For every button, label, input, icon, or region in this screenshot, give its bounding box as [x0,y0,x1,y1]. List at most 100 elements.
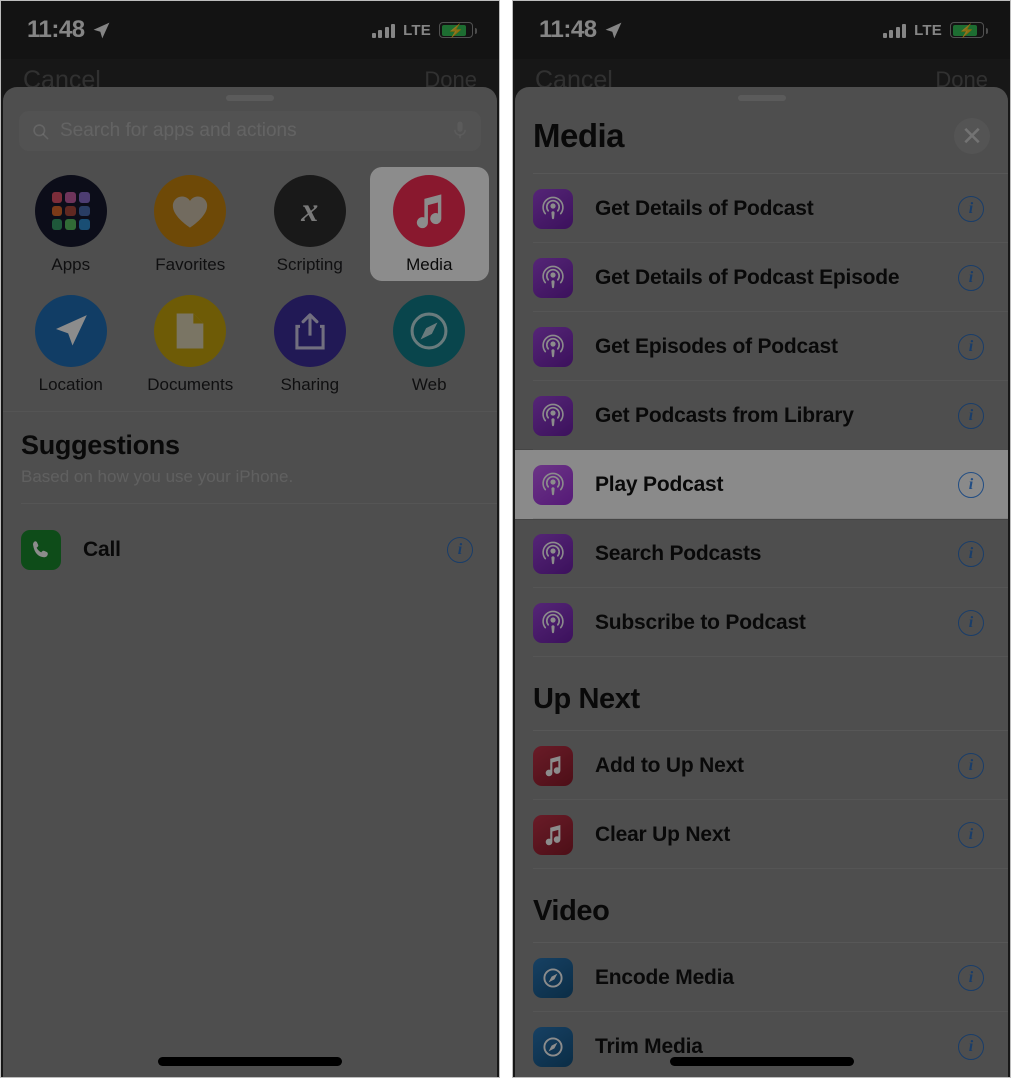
status-time: 11:48 [539,16,597,43]
search-icon [33,123,49,139]
location-arrow-icon [93,22,109,38]
category-grid: Apps Favorites x Scripting Media Locatio… [3,151,497,411]
suggestion-row-call[interactable]: Call i [3,516,497,584]
category-label: Web [411,375,447,394]
section-heading-video: Video [533,895,610,927]
status-bar-right: 11:48 LTE ⚡ [513,1,1010,59]
action-label: Get Episodes of Podcast [595,334,838,358]
sheet-header: Media ✕ [515,101,1008,173]
category-sharing[interactable]: Sharing [250,287,370,401]
info-icon[interactable]: i [447,537,473,563]
search-placeholder: Search for apps and actions [60,120,297,141]
category-apps[interactable]: Apps [11,167,131,281]
media-actions-sheet: Media ✕ Get Details of Podcast i Get Det… [515,87,1008,1077]
category-documents[interactable]: Documents [131,287,251,401]
podcast-icon [533,188,573,229]
info-icon[interactable]: i [958,609,984,636]
suggestions-section: Suggestions Based on how you use your iP… [3,412,497,487]
carrier-tech-label: LTE [403,21,431,39]
category-location[interactable]: Location [11,287,131,401]
action-row[interactable]: Get Episodes of Podcast i [515,312,1008,381]
action-row[interactable]: Encode Media i [515,943,1008,1012]
status-bar-right-group: LTE ⚡ [882,21,988,39]
podcast-icon [533,602,573,643]
action-picker-sheet: Search for apps and actions Apps Favorit… [3,87,497,1077]
action-row[interactable]: Add to Up Next i [515,731,1008,800]
microphone-icon[interactable] [451,120,469,142]
info-icon[interactable]: i [958,333,984,360]
action-label: Add to Up Next [595,753,744,777]
status-bar-right-group: LTE ⚡ [371,21,477,39]
compass-safari-icon [393,295,466,367]
action-row[interactable]: Clear Up Next i [515,800,1008,869]
cellular-bars-icon [371,23,396,38]
info-icon[interactable]: i [958,540,984,567]
battery-charging-icon: ⚡ [439,22,477,38]
suggestions-title: Suggestions [21,430,180,460]
status-bar-left-group: 11:48 [27,16,111,44]
category-web[interactable]: Web [370,287,490,401]
section-up-next: Add to Up Next i Clear Up Next i [515,731,1008,869]
action-label: Trim Media [595,1034,703,1058]
action-label: Search Podcasts [595,541,762,565]
category-label: Apps [51,255,91,274]
action-label: Play Podcast [595,472,724,496]
section-heading-up-next: Up Next [533,683,640,715]
music-note-icon [533,745,573,786]
category-label: Favorites [155,255,226,274]
close-icon[interactable]: ✕ [954,118,990,154]
home-indicator [669,1057,854,1066]
category-scripting[interactable]: x Scripting [250,167,370,281]
search-container: Search for apps and actions [3,101,497,151]
x-variable-icon: x [273,175,346,247]
action-row[interactable]: Search Podcasts i [515,519,1008,588]
home-indicator [158,1057,342,1066]
music-note-icon [533,814,573,855]
music-note-icon [393,175,466,247]
category-favorites[interactable]: Favorites [131,167,251,281]
location-arrow-icon [605,22,621,38]
podcast-icon [533,326,573,367]
action-label: Get Podcasts from Library [595,403,854,427]
navigation-arrow-icon [34,295,107,367]
info-icon[interactable]: i [958,195,984,222]
category-label: Location [38,375,103,394]
action-label: Encode Media [595,965,734,989]
suggestions-subtitle: Based on how you use your iPhone. [21,467,294,486]
info-icon[interactable]: i [958,821,984,848]
action-label: Subscribe to Podcast [595,610,806,634]
action-row[interactable]: Subscribe to Podcast i [515,588,1008,657]
heart-icon [154,175,227,247]
action-label: Get Details of Podcast Episode [595,265,900,289]
battery-charging-icon: ⚡ [950,22,988,38]
category-label: Sharing [280,375,340,394]
podcast-icon [533,257,573,298]
carrier-tech-label: LTE [914,21,942,39]
search-input[interactable]: Search for apps and actions [19,111,481,151]
suggestion-label: Call [83,538,121,561]
category-label: Documents [147,375,234,394]
info-icon[interactable]: i [958,264,984,291]
info-icon[interactable]: i [958,471,984,498]
share-up-icon [273,295,346,367]
action-row[interactable]: Get Details of Podcast Episode i [515,243,1008,312]
action-row[interactable]: Trim Media i [515,1012,1008,1077]
action-label: Get Details of Podcast [595,196,814,220]
category-label: Media [406,255,453,274]
category-media[interactable]: Media [369,167,489,281]
cellular-bars-icon [882,23,907,38]
action-row[interactable]: Get Podcasts from Library i [515,381,1008,450]
info-icon[interactable]: i [958,1033,984,1060]
action-row[interactable]: Get Details of Podcast i [515,174,1008,243]
category-label: Scripting [276,255,343,274]
divider [21,503,497,504]
info-icon[interactable]: i [958,402,984,429]
info-icon[interactable]: i [958,964,984,991]
gauge-icon [533,1026,573,1067]
phone-icon [21,530,61,570]
phone-screen-left: 11:48 LTE ⚡ Cancel Done Search for apps … [0,0,500,1078]
status-bar-left: 11:48 LTE ⚡ [1,1,499,59]
action-row-play-podcast[interactable]: Play Podcast i [515,450,1008,519]
podcast-icon [533,395,573,436]
info-icon[interactable]: i [958,752,984,779]
